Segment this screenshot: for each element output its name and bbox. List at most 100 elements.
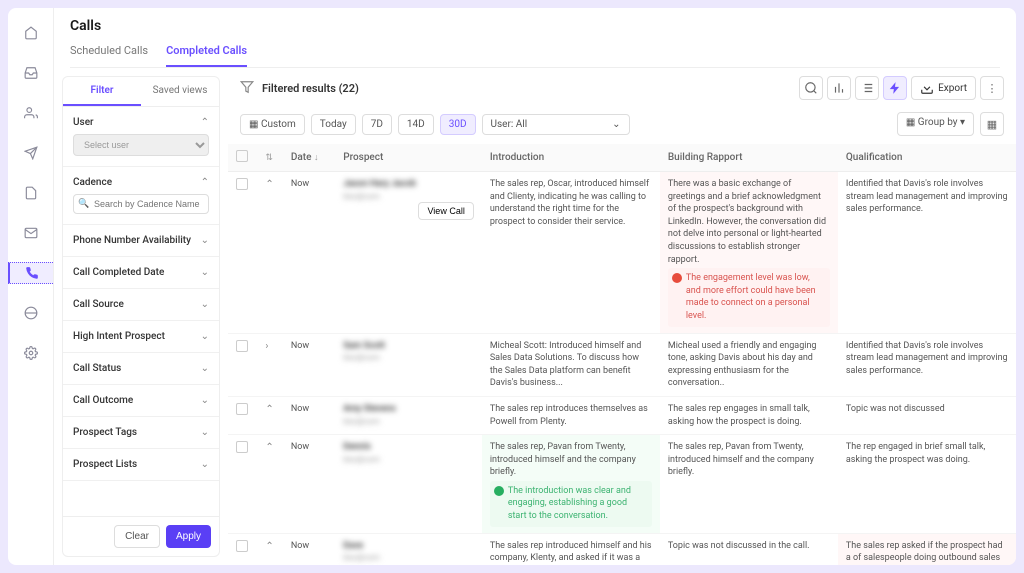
user-select[interactable]: Select user bbox=[73, 134, 209, 156]
chevron-down-icon: ⌄ bbox=[201, 363, 209, 374]
cell: The rep engaged in brief small talk, ask… bbox=[838, 435, 1016, 534]
mail-icon[interactable] bbox=[20, 222, 42, 244]
filter-section-lists[interactable]: Prospect Lists⌄ bbox=[73, 459, 209, 470]
phone-icon[interactable] bbox=[8, 262, 53, 284]
table-row: › Now Sam Scott blur@com Micheal Scott: … bbox=[228, 333, 1016, 396]
filter-tab-saved[interactable]: Saved views bbox=[141, 77, 219, 106]
chevron-up-icon: ⌃ bbox=[201, 177, 209, 188]
chevron-down-icon: ⌄ bbox=[201, 395, 209, 406]
custom-pill[interactable]: ▦ Custom bbox=[240, 114, 305, 135]
analysis-button[interactable] bbox=[883, 76, 907, 100]
expand-icon[interactable]: ⌃ bbox=[265, 541, 273, 552]
row-checkbox[interactable] bbox=[236, 340, 248, 352]
cell: Micheal used a friendly and engaging ton… bbox=[660, 333, 838, 396]
filter-section-callsource[interactable]: Call Source⌄ bbox=[73, 299, 209, 310]
expand-icon[interactable]: › bbox=[265, 341, 268, 352]
expand-icon[interactable]: ⌃ bbox=[265, 404, 273, 415]
chart-button[interactable] bbox=[827, 76, 851, 100]
filter-section-highintent[interactable]: High Intent Prospect⌄ bbox=[73, 331, 209, 342]
calls-table: ⇅ Date ↓ Prospect Introduction Building … bbox=[228, 144, 1016, 565]
date-cell: Now bbox=[283, 533, 335, 565]
col-qualification[interactable]: Qualification bbox=[838, 144, 1016, 172]
chevron-up-icon: ⌃ bbox=[201, 117, 209, 128]
flag-icon bbox=[494, 486, 504, 496]
cell: The sales rep, Oscar, introduced himself… bbox=[482, 172, 660, 334]
globe-icon[interactable] bbox=[20, 302, 42, 324]
highlight-red: The engagement level was low, and more e… bbox=[668, 268, 830, 326]
user-filter-select[interactable]: User: All⌄ bbox=[482, 114, 630, 135]
list-button[interactable] bbox=[855, 76, 879, 100]
tab-completed[interactable]: Completed Calls bbox=[166, 44, 247, 67]
select-all-checkbox[interactable] bbox=[236, 150, 248, 162]
row-checkbox[interactable] bbox=[236, 540, 248, 552]
cell: Topic was not discussed in the call. bbox=[660, 533, 838, 565]
cell: Micheal Scott: Introduced himself and Sa… bbox=[482, 333, 660, 396]
cell: Identified that Davis's role involves st… bbox=[838, 172, 1016, 334]
chevron-down-icon: ⌄ bbox=[201, 267, 209, 278]
col-prospect[interactable]: Prospect bbox=[335, 144, 482, 172]
doc-icon[interactable] bbox=[20, 182, 42, 204]
prospect-cell: Dennis blur@com bbox=[335, 435, 482, 534]
chevron-down-icon: ⌄ bbox=[201, 235, 209, 246]
expand-icon[interactable]: ⌃ bbox=[265, 442, 273, 453]
filter-tab-filter[interactable]: Filter bbox=[63, 77, 141, 106]
settings-icon[interactable] bbox=[20, 342, 42, 364]
results-count: Filtered results (22) bbox=[262, 82, 359, 95]
send-icon[interactable] bbox=[20, 142, 42, 164]
col-date[interactable]: Date ↓ bbox=[283, 144, 335, 172]
row-checkbox[interactable] bbox=[236, 441, 248, 453]
filter-section-tags[interactable]: Prospect Tags⌄ bbox=[73, 427, 209, 438]
cell: The sales rep engages in small talk, ask… bbox=[660, 396, 838, 434]
inbox-icon[interactable] bbox=[20, 62, 42, 84]
cell: The sales rep introduces themselves as P… bbox=[482, 396, 660, 434]
filter-section-calloutcome[interactable]: Call Outcome⌄ bbox=[73, 395, 209, 406]
sort-icon[interactable]: ⇅ bbox=[265, 153, 273, 163]
chevron-down-icon: ⌄ bbox=[201, 331, 209, 342]
apply-button[interactable]: Apply bbox=[166, 525, 211, 548]
today-pill[interactable]: Today bbox=[311, 114, 356, 135]
table-row: ⌃ Now Dennis blur@com The sales rep, Pav… bbox=[228, 435, 1016, 534]
14d-pill[interactable]: 14D bbox=[398, 114, 434, 135]
export-button[interactable]: Export bbox=[911, 76, 976, 100]
date-cell: Now bbox=[283, 333, 335, 396]
expand-icon[interactable]: ⌃ bbox=[265, 179, 273, 190]
more-button[interactable]: ⋮ bbox=[980, 76, 1004, 100]
col-rapport[interactable]: Building Rapport bbox=[660, 144, 838, 172]
filter-section-cadence[interactable]: Cadence ⌃ bbox=[73, 177, 209, 188]
tab-scheduled[interactable]: Scheduled Calls bbox=[70, 44, 148, 67]
highlight-green: The introduction was clear and engaging,… bbox=[490, 481, 652, 527]
date-cell: Now bbox=[283, 172, 335, 334]
users-icon[interactable] bbox=[20, 102, 42, 124]
prospect-cell: Dave blur@com bbox=[335, 533, 482, 565]
filter-section-phone[interactable]: Phone Number Availability⌄ bbox=[73, 235, 209, 246]
cell: Identified that Davis's role involves st… bbox=[838, 333, 1016, 396]
columns-button[interactable]: ▦ bbox=[980, 112, 1004, 136]
groupby-button[interactable]: ▦ Group by ▾ bbox=[897, 112, 974, 136]
search-icon: 🔍 bbox=[78, 199, 89, 209]
prospect-cell: Sam Scott blur@com bbox=[335, 333, 482, 396]
col-introduction[interactable]: Introduction bbox=[482, 144, 660, 172]
filter-section-user[interactable]: User ⌃ bbox=[73, 117, 209, 128]
row-checkbox[interactable] bbox=[236, 403, 248, 415]
7d-pill[interactable]: 7D bbox=[362, 114, 392, 135]
cadence-search-input[interactable] bbox=[73, 194, 209, 214]
page-title: Calls bbox=[70, 18, 1000, 34]
filter-section-callstatus[interactable]: Call Status⌄ bbox=[73, 363, 209, 374]
flag-icon bbox=[672, 273, 682, 283]
tabs: Scheduled Calls Completed Calls bbox=[70, 44, 1000, 68]
cell: The sales rep asked if the prospect had … bbox=[838, 533, 1016, 565]
cell: Topic was not discussed bbox=[838, 396, 1016, 434]
cell: There was a basic exchange of greetings … bbox=[660, 172, 838, 334]
filter-icon bbox=[240, 80, 254, 97]
table-row: ⌃ Now Jason Hary Jacob blur@com View Cal… bbox=[228, 172, 1016, 334]
home-icon[interactable] bbox=[20, 22, 42, 44]
30d-pill[interactable]: 30D bbox=[440, 114, 476, 135]
filter-section-calldate[interactable]: Call Completed Date⌄ bbox=[73, 267, 209, 278]
row-checkbox[interactable] bbox=[236, 178, 248, 190]
chevron-down-icon: ⌄ bbox=[201, 299, 209, 310]
clear-button[interactable]: Clear bbox=[114, 525, 160, 548]
date-cell: Now bbox=[283, 396, 335, 434]
view-call-button[interactable]: View Call bbox=[418, 202, 473, 220]
chevron-down-icon: ⌄ bbox=[201, 427, 209, 438]
search-button[interactable] bbox=[799, 76, 823, 100]
